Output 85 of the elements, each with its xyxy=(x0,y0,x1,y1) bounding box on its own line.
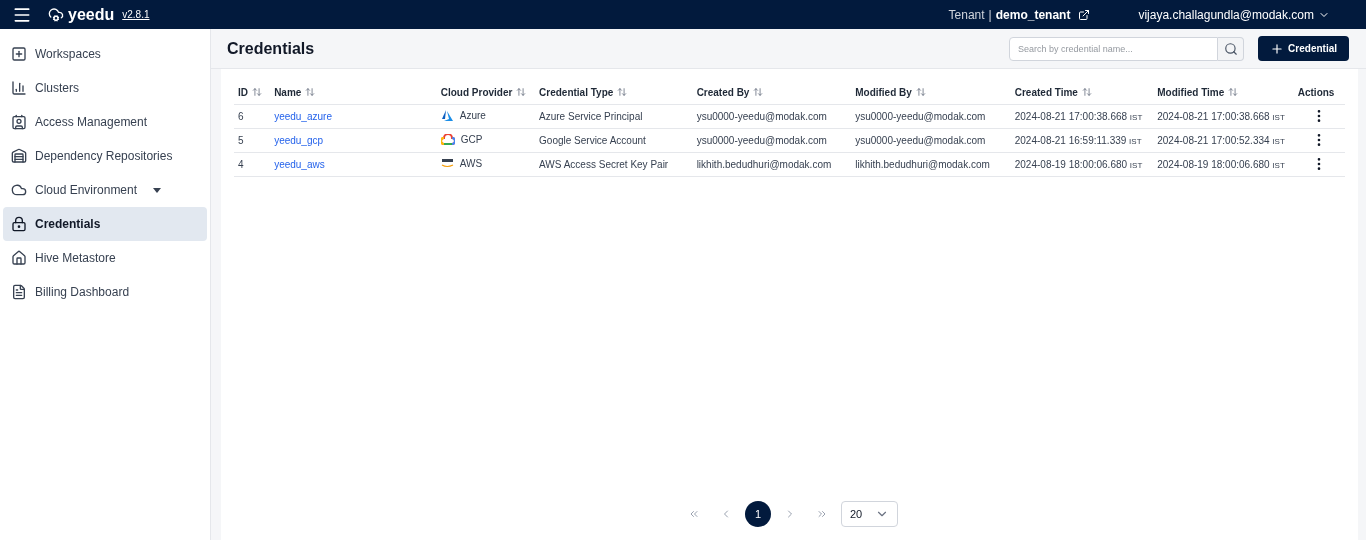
sidebar-item[interactable]: Dependency Repositories xyxy=(3,139,207,173)
sidebar-item[interactable]: Hive Metastore xyxy=(3,241,207,275)
last-page-icon[interactable] xyxy=(816,508,828,520)
column-header[interactable]: Created By xyxy=(696,84,764,100)
column-header[interactable]: Actions xyxy=(1297,84,1335,100)
tenant-label: Tenant xyxy=(948,6,985,24)
bar-chart-icon xyxy=(11,80,27,96)
modified-time-text: 2024-08-21 17:00:38.668 xyxy=(1157,110,1270,122)
timezone-text: IST xyxy=(1129,112,1143,122)
modified-by-text: ysu0000-yeedu@modak.com xyxy=(855,110,986,122)
sidebar-item[interactable]: Clusters xyxy=(3,71,207,105)
timezone-text: IST xyxy=(1272,136,1285,146)
document-icon xyxy=(11,284,27,300)
timezone-text: IST xyxy=(1272,112,1285,122)
provider-text: Azure xyxy=(459,108,486,123)
plus-icon xyxy=(1270,41,1285,56)
modified-by-text: likhith.bedudhuri@modak.com xyxy=(855,158,990,170)
credential-type-text: AWS Access Secret Key Pair xyxy=(539,158,669,170)
cloud-logo-icon xyxy=(440,133,455,145)
lock-icon xyxy=(11,216,27,232)
tenant-name: demo_tenant xyxy=(995,6,1071,24)
id-badge-icon xyxy=(11,114,27,130)
modified-by-text: ysu0000-yeedu@modak.com xyxy=(855,134,986,146)
dropdown-caret-icon xyxy=(153,187,162,193)
cloud-icon xyxy=(11,182,27,198)
credential-name-link[interactable]: yeedu_azure xyxy=(274,110,332,122)
created-time-text: 2024-08-21 17:00:38.668 xyxy=(1014,110,1128,122)
page-button[interactable]: 1 xyxy=(745,501,771,527)
smile-logo-icon xyxy=(440,158,454,169)
created-by-text: ysu0000-yeedu@modak.com xyxy=(696,110,827,122)
column-header[interactable]: Created Time xyxy=(1014,84,1092,100)
external-link-icon[interactable] xyxy=(1078,8,1091,21)
sort-arrows-icon[interactable] xyxy=(617,87,628,98)
cloud-icon xyxy=(48,6,64,23)
created-by-text: likhith.bedudhuri@modak.com xyxy=(696,158,832,170)
modified-time-text: 2024-08-21 17:00:52.334 xyxy=(1157,134,1270,146)
sidebar-item[interactable]: Workspaces xyxy=(3,37,207,71)
credential-type-text: Azure Service Principal xyxy=(539,110,643,122)
shelf-icon xyxy=(11,148,27,164)
column-header[interactable]: Credential Type xyxy=(539,84,628,100)
id-text: 5 xyxy=(238,134,244,146)
modified-time-text: 2024-08-19 18:00:06.680 xyxy=(1157,158,1270,170)
sidebar-item[interactable]: Billing Dashboard xyxy=(3,275,207,309)
credential-type-text: Google Service Account xyxy=(539,134,646,146)
id-text: 4 xyxy=(238,158,244,170)
sidebar-item[interactable]: Cloud Environment xyxy=(3,173,207,207)
id-text: 6 xyxy=(238,110,244,122)
separator: | xyxy=(988,6,992,24)
triangle-logo-icon xyxy=(440,109,454,121)
column-header[interactable]: Cloud Provider xyxy=(440,84,527,100)
page-size-select[interactable]: 20 xyxy=(841,501,898,527)
square-plus-icon xyxy=(11,46,27,62)
page-title: Credentials xyxy=(227,38,315,59)
timezone-text: IST xyxy=(1129,160,1143,170)
column-header[interactable]: Modified Time xyxy=(1157,84,1239,100)
sort-arrows-icon[interactable] xyxy=(252,87,262,98)
search-button[interactable] xyxy=(1218,36,1245,61)
provider-text: GCP xyxy=(460,132,483,147)
sort-arrows-icon[interactable] xyxy=(305,87,316,98)
version-link[interactable]: v2.8.1 xyxy=(122,7,150,22)
provider-text: AWS xyxy=(459,156,483,171)
logo-text: yeedu xyxy=(68,4,115,25)
column-header[interactable]: Modified By xyxy=(855,84,926,100)
sidebar-item[interactable]: Credentials xyxy=(3,207,207,241)
sort-arrows-icon[interactable] xyxy=(1081,87,1092,98)
first-page-icon[interactable] xyxy=(688,508,700,520)
sidebar-item[interactable]: Access Management xyxy=(3,105,207,139)
search-icon xyxy=(1223,41,1238,56)
sort-arrows-icon[interactable] xyxy=(1228,87,1239,98)
created-by-text: ysu0000-yeedu@modak.com xyxy=(696,134,827,146)
credential-name-link[interactable]: yeedu_gcp xyxy=(274,134,324,146)
created-time-text: 2024-08-21 16:59:11.339 xyxy=(1014,134,1127,146)
created-time-text: 2024-08-19 18:00:06.680 xyxy=(1014,158,1128,170)
search-field[interactable]: Search by credential name... xyxy=(1009,36,1219,61)
credential-name-link[interactable]: yeedu_aws xyxy=(274,158,325,170)
sort-arrows-icon[interactable] xyxy=(753,87,764,98)
sort-arrows-icon[interactable] xyxy=(915,87,926,98)
timezone-text: IST xyxy=(1129,136,1142,146)
timezone-text: IST xyxy=(1272,160,1285,170)
column-header[interactable]: ID xyxy=(238,84,262,100)
add-credential-button[interactable]: Credential xyxy=(1258,36,1349,61)
house-icon xyxy=(11,250,27,266)
sort-arrows-icon[interactable] xyxy=(516,87,527,98)
user-menu[interactable]: vijaya.challagundla@modak.com xyxy=(1138,5,1330,24)
column-header[interactable]: Name xyxy=(274,84,316,100)
